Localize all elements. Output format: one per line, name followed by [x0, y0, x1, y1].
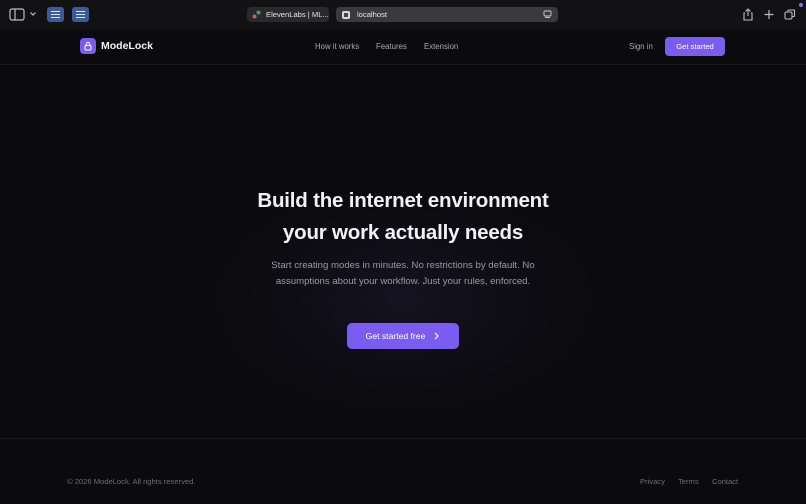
nav-how-it-works[interactable]: How it works	[315, 42, 359, 51]
elevenlabs-favicon-icon	[252, 10, 261, 19]
brand-logo[interactable]: ModeLock	[80, 38, 153, 54]
get-started-free-button[interactable]: Get started free	[347, 323, 459, 349]
copyright-text: © 2026 ModeLock. All rights reserved.	[67, 477, 196, 486]
brand-name: ModeLock	[101, 40, 153, 52]
hero-subtitle: Start creating modes in minutes. No rest…	[271, 260, 535, 287]
browser-toolbar: ElevenLabs | ML... localhost	[0, 0, 806, 29]
get-started-free-label: Get started free	[365, 331, 426, 341]
chevron-right-icon	[433, 332, 440, 340]
hero-title-line-1: Build the internet environment	[257, 189, 549, 212]
chevron-down-icon[interactable]	[29, 10, 37, 18]
footer-link-privacy[interactable]: Privacy	[640, 477, 665, 486]
nav-extension[interactable]: Extension	[424, 42, 458, 51]
hero-title-line-2: your work actually needs	[282, 221, 524, 244]
share-icon[interactable]	[742, 8, 754, 21]
hero-title: Build the internet environment your work…	[200, 185, 606, 249]
site-footer: © 2026 ModeLock. All rights reserved. Pr…	[0, 438, 806, 504]
get-started-button[interactable]: Get started	[665, 37, 725, 56]
footer-link-contact[interactable]: Contact	[712, 477, 738, 486]
sign-in-link[interactable]: Sign in	[629, 42, 653, 51]
lock-icon	[80, 38, 96, 54]
tab-label: ElevenLabs | ML...	[266, 10, 329, 19]
site-favicon-icon	[342, 10, 350, 19]
plus-icon[interactable]	[763, 8, 775, 21]
site-header: ModeLock How it works Features Extension…	[0, 29, 806, 65]
nav-features[interactable]: Features	[376, 42, 407, 51]
reader-icon[interactable]	[543, 10, 552, 19]
tab-overview-icon[interactable]	[784, 8, 796, 21]
footer-link-terms[interactable]: Terms	[678, 477, 699, 486]
url-text: localhost	[357, 10, 387, 19]
sidebar-toggle-icon[interactable]	[9, 8, 25, 21]
notes-tab-icon[interactable]	[47, 7, 64, 22]
notes-tab-icon[interactable]	[72, 7, 89, 22]
browser-tab-elevenlabs[interactable]: ElevenLabs | ML...	[247, 7, 329, 22]
notification-dot	[799, 3, 803, 7]
address-bar[interactable]: localhost	[336, 7, 558, 22]
